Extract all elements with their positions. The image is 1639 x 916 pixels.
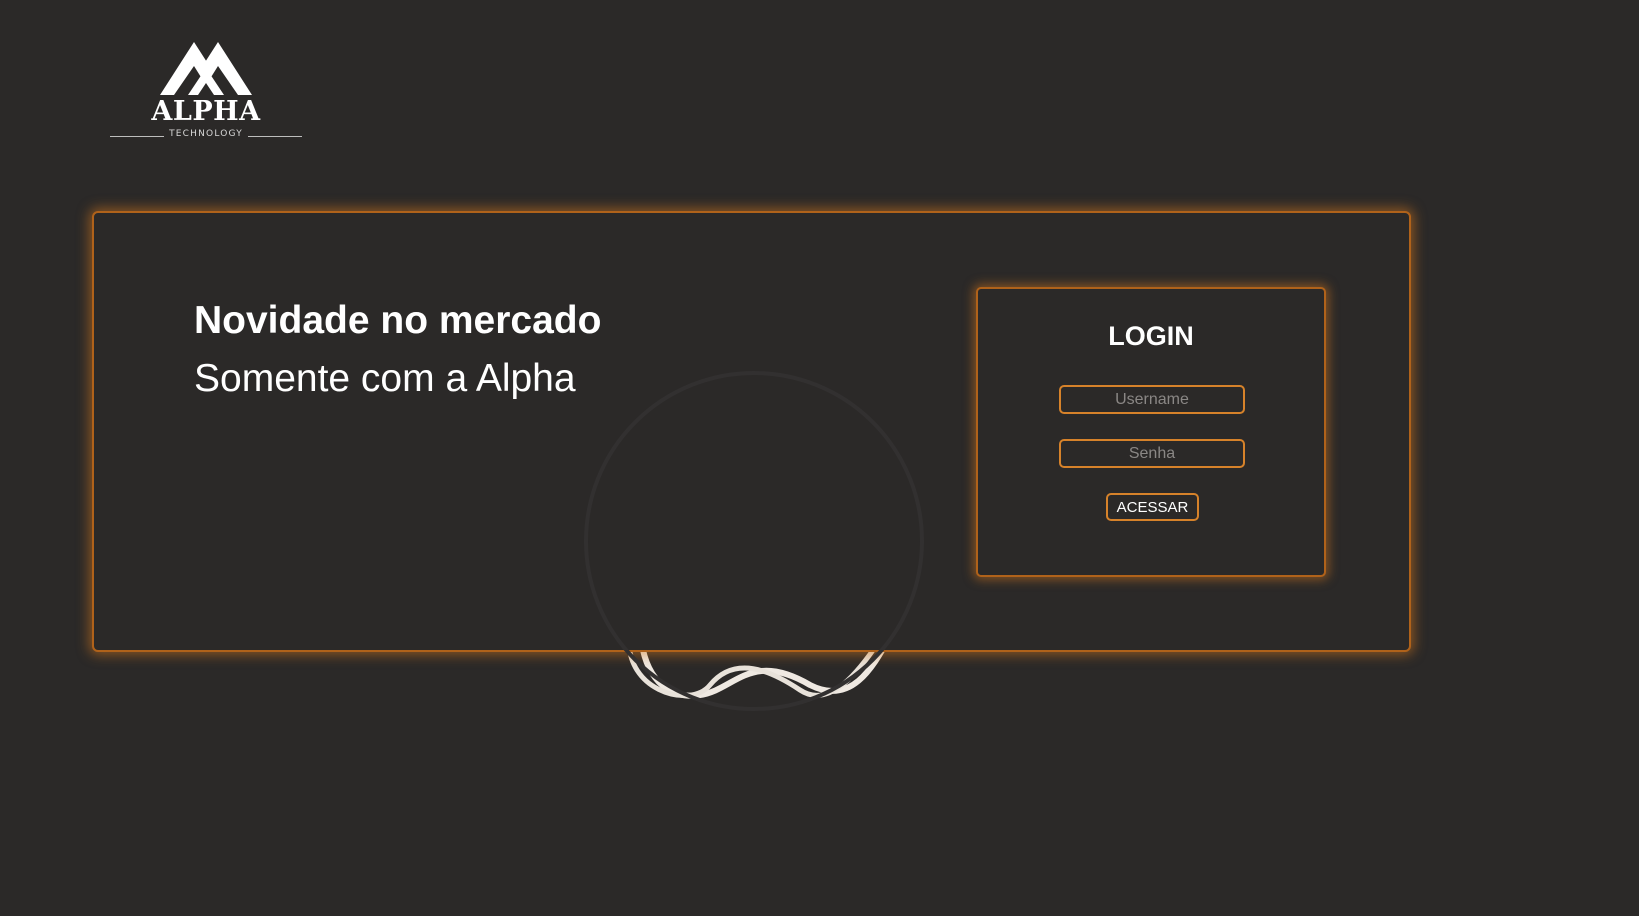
alpha-mountain-logo-icon (160, 42, 252, 95)
hero-panel: Novidade no mercado Somente com a Alpha … (92, 211, 1411, 711)
brand-logo: ALPHA TECHNOLOGY (108, 40, 304, 146)
brand-tagline: TECHNOLOGY (169, 129, 243, 139)
login-page: ALPHA TECHNOLOGY Novidade no mercado Som… (0, 0, 1639, 916)
username-input[interactable] (1059, 385, 1245, 414)
password-input[interactable] (1059, 439, 1245, 468)
hero-headline: Novidade no mercado (194, 299, 602, 342)
submit-button[interactable]: ACESSAR (1106, 493, 1199, 521)
tagline-divider-right (248, 136, 302, 137)
hero-subheadline: Somente com a Alpha (194, 357, 576, 400)
login-form: LOGIN ACESSAR (976, 287, 1326, 577)
login-title: LOGIN (1108, 321, 1194, 351)
brand-name: ALPHA (151, 96, 261, 127)
